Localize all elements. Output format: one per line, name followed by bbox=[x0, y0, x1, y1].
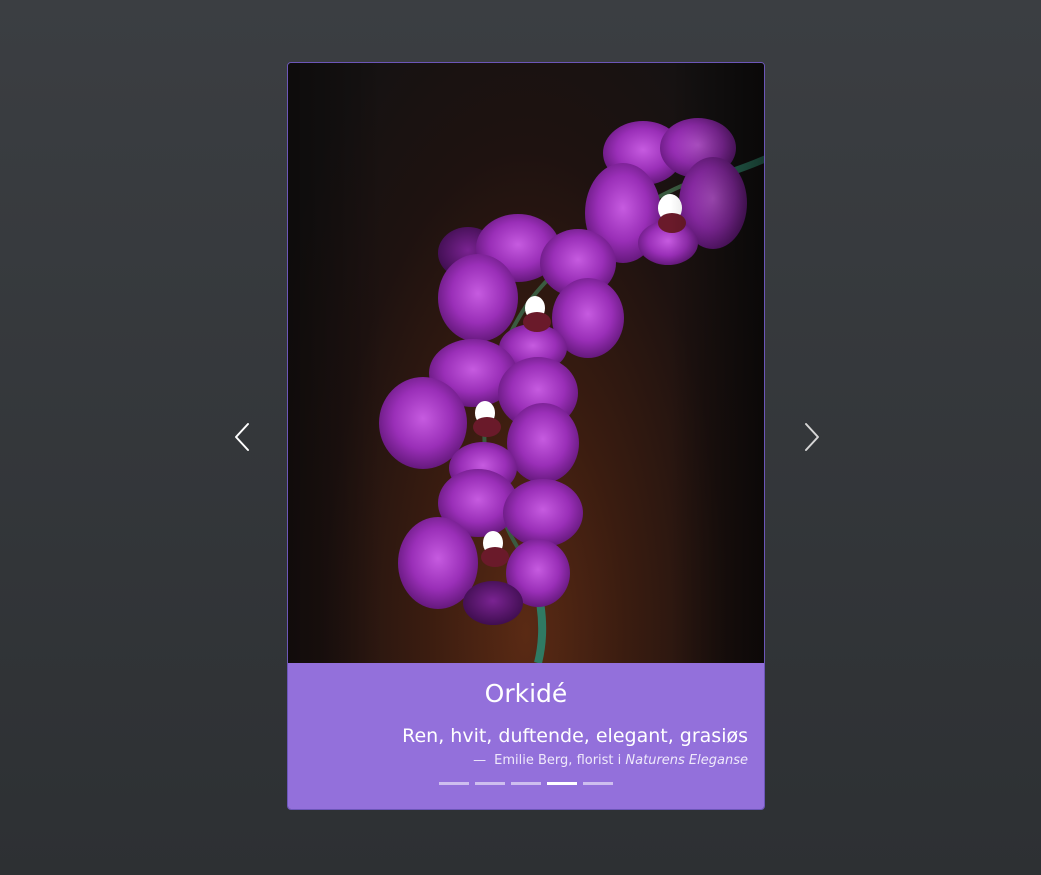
attribution-dash: — bbox=[473, 753, 487, 768]
slide-quote: Ren, hvit, duftende, elegant, grasiøs bbox=[402, 725, 748, 747]
attribution-author: Emilie Berg, florist i bbox=[494, 753, 622, 768]
slide-indicator-1[interactable] bbox=[439, 782, 469, 785]
chevron-right-icon bbox=[805, 423, 819, 451]
chevron-left-icon bbox=[235, 423, 249, 451]
slide-indicator-3[interactable] bbox=[511, 782, 541, 785]
quote-attribution: — Emilie Berg, florist i Naturens Elegans… bbox=[473, 753, 748, 768]
slide-indicators bbox=[288, 782, 764, 785]
next-slide-button[interactable] bbox=[789, 415, 833, 459]
slide-title: Orkidé bbox=[484, 679, 568, 708]
slide-caption: Orkidé Ren, hvit, duftende, elegant, gra… bbox=[288, 663, 764, 809]
image-carousel: Orkidé Ren, hvit, duftende, elegant, gra… bbox=[287, 62, 765, 810]
slide-indicator-4[interactable] bbox=[547, 782, 577, 785]
orchid-photo bbox=[288, 63, 764, 663]
slide-indicator-2[interactable] bbox=[475, 782, 505, 785]
attribution-source: Naturens Eleganse bbox=[625, 753, 748, 768]
previous-slide-button[interactable] bbox=[221, 415, 265, 459]
slide-indicator-5[interactable] bbox=[583, 782, 613, 785]
